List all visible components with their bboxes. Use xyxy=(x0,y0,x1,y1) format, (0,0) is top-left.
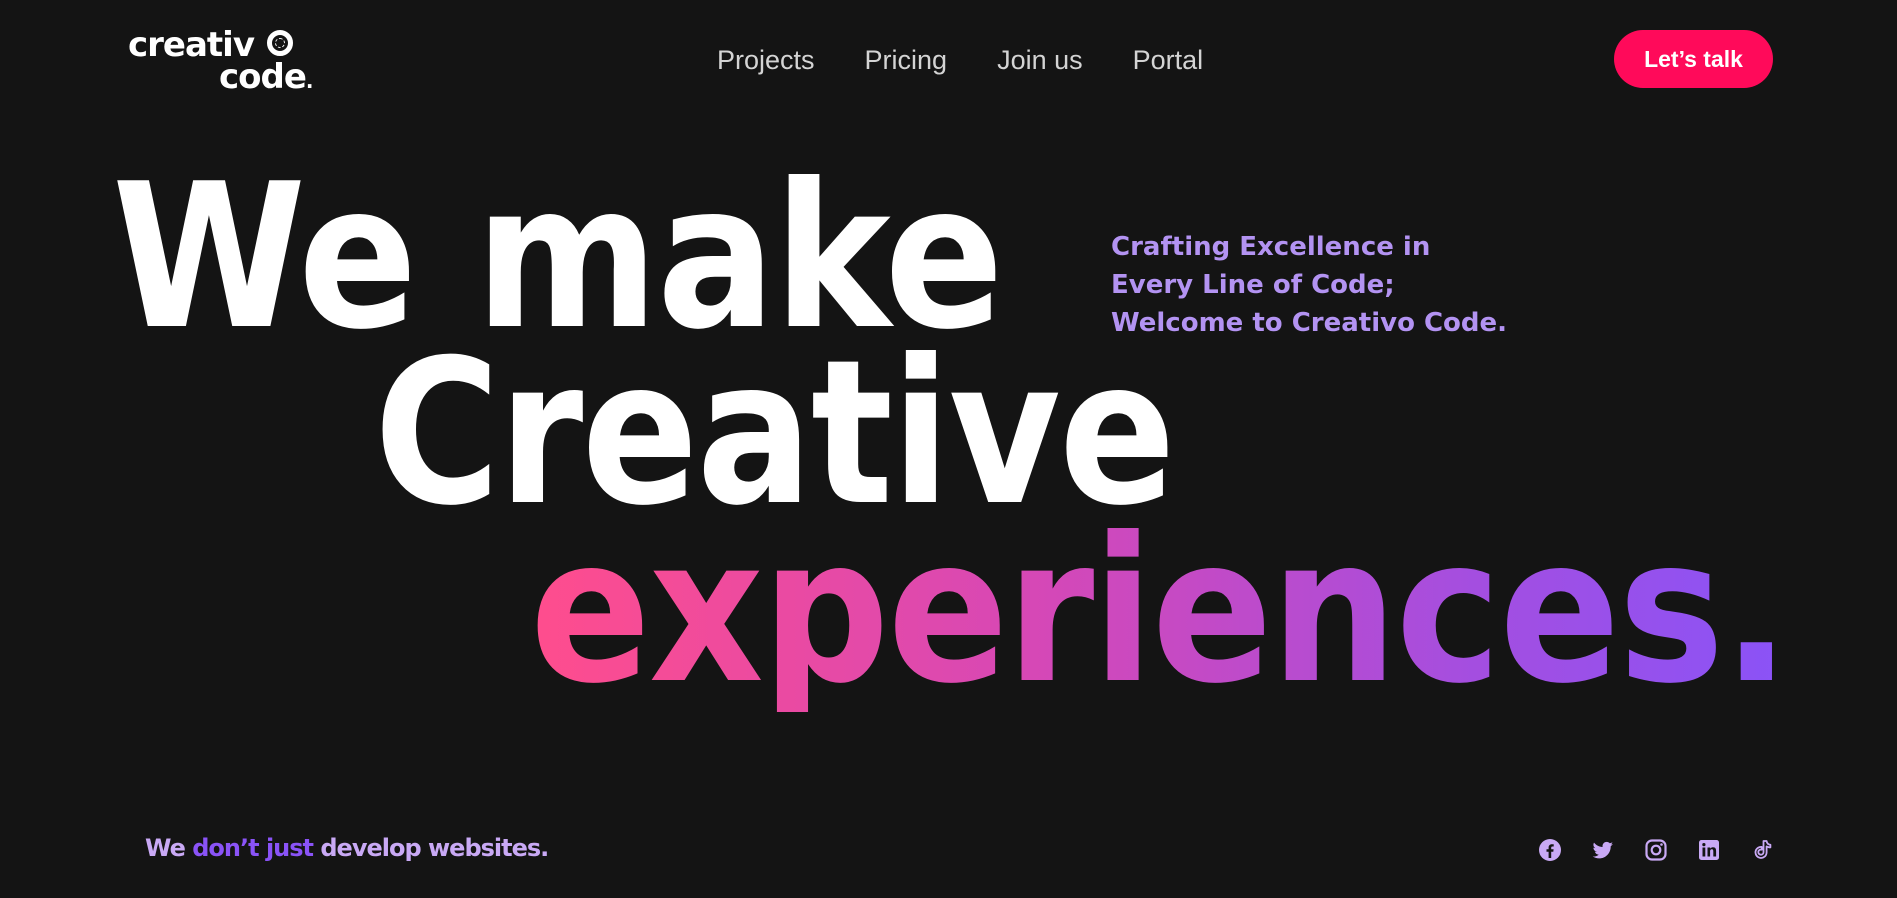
hero-tagline: Crafting Excellence in Every Line of Cod… xyxy=(1111,228,1507,342)
lets-talk-button[interactable]: Let’s talk xyxy=(1614,30,1773,88)
facebook-icon[interactable] xyxy=(1538,838,1562,862)
instagram-icon[interactable] xyxy=(1644,838,1668,862)
subheading-part-3: develop websites. xyxy=(320,834,549,862)
logo-ring-icon xyxy=(267,30,293,56)
logo-text-code: code. xyxy=(219,57,313,97)
tagline-line-3: Welcome to Creativo Code. xyxy=(1111,308,1508,338)
subheading-part-1: We xyxy=(145,834,193,862)
nav-pricing[interactable]: Pricing xyxy=(865,42,948,78)
subheading: We don’t just develop websites. xyxy=(145,832,549,864)
twitter-icon[interactable] xyxy=(1591,838,1615,862)
subheading-part-2: don’t just xyxy=(192,834,321,862)
hero-line-experiences: experiences. xyxy=(530,495,1790,728)
main-nav: Projects Pricing Join us Portal xyxy=(717,42,1203,78)
tiktok-icon[interactable] xyxy=(1750,838,1774,862)
linkedin-icon[interactable] xyxy=(1697,838,1721,862)
tagline-line-1: Crafting Excellence in xyxy=(1111,232,1431,262)
nav-portal[interactable]: Portal xyxy=(1133,42,1204,78)
nav-join-us[interactable]: Join us xyxy=(997,42,1083,78)
tagline-line-2: Every Line of Code; xyxy=(1111,270,1395,300)
logo[interactable]: creativ code. xyxy=(128,26,313,97)
social-links xyxy=(1538,838,1774,862)
nav-projects[interactable]: Projects xyxy=(717,42,815,78)
